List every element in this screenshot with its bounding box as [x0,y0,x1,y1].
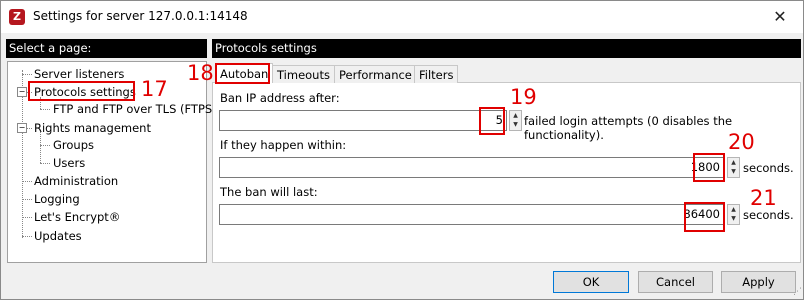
annotation-box-20 [693,153,725,182]
close-button[interactable]: ✕ [767,5,793,29]
tree-item-server-listeners[interactable]: Server listeners [34,66,124,82]
tree-item-ftp-ftps[interactable]: FTP and FTP over TLS (FTPS) [53,101,217,117]
tree-item-logging[interactable]: Logging [34,191,80,207]
within-suffix: seconds. [743,161,794,175]
cancel-button[interactable]: Cancel [638,271,713,293]
settings-window: Z Settings for server 127.0.0.1:14148 ✕ … [0,0,804,300]
tree-line [40,109,50,110]
annotation-label-19: 19 [510,85,537,109]
tree-line [40,132,41,163]
ban-after-label: Ban IP address after: [220,91,340,105]
collapse-toggle-icon[interactable]: − [17,123,27,133]
tab-performance[interactable]: Performance [334,65,417,83]
tree-line [22,217,32,218]
ban-duration-input[interactable]: 86400 [219,204,724,225]
annotation-label-17: 17 [141,77,168,101]
annotation-box-21 [684,202,725,232]
tree-line [22,181,32,182]
within-label: If they happen within: [220,138,347,152]
tree-item-updates[interactable]: Updates [34,228,82,244]
tree-line [40,163,50,164]
spin-up-icon[interactable]: ▲ [728,158,739,167]
tree-item-administration[interactable]: Administration [34,173,118,189]
tree-item-rights-management[interactable]: Rights management [34,120,151,136]
ban-after-spinner[interactable]: ▲ ▼ [509,110,522,131]
window-title: Settings for server 127.0.0.1:14148 [33,9,248,23]
resize-grip-icon[interactable]: ⋰ [793,287,802,297]
left-panel-header: Select a page: [6,39,207,58]
spin-down-icon[interactable]: ▼ [728,214,739,223]
within-input[interactable]: 1800 [219,157,724,178]
tree-item-lets-encrypt[interactable]: Let's Encrypt® [34,209,120,225]
apply-button[interactable]: Apply [721,271,796,293]
tree-item-users[interactable]: Users [53,155,85,171]
tab-filters[interactable]: Filters [414,65,459,83]
tree-item-groups[interactable]: Groups [53,137,94,153]
tree-line [27,128,32,129]
ok-button[interactable]: OK [553,271,629,293]
spin-down-icon[interactable]: ▼ [510,120,521,129]
tree-line [22,199,32,200]
annotation-box-19 [479,107,505,135]
title-bar: Z Settings for server 127.0.0.1:14148 ✕ [1,1,803,33]
ban-after-input[interactable]: 5 [219,110,507,131]
tab-timeouts[interactable]: Timeouts [272,65,335,83]
right-panel-header: Protocols settings [212,39,801,58]
ban-duration-label: The ban will last: [220,185,318,199]
annotation-label-20: 20 [728,130,755,154]
annotation-box-18 [215,63,270,84]
spin-down-icon[interactable]: ▼ [728,167,739,176]
annotation-box-17 [28,81,135,101]
tree-line [40,145,50,146]
ban-duration-suffix: seconds. [743,208,794,222]
tree-line [22,236,32,237]
annotation-label-18: 18 [187,61,214,85]
within-spinner[interactable]: ▲ ▼ [727,157,740,178]
ban-duration-spinner[interactable]: ▲ ▼ [727,204,740,225]
spin-up-icon[interactable]: ▲ [510,111,521,120]
collapse-toggle-icon[interactable]: − [17,87,27,97]
ban-after-suffix: failed login attempts (0 disables the fu… [524,114,733,142]
filezilla-icon: Z [9,9,25,25]
annotation-label-21: 21 [750,186,777,210]
tree-line [22,74,32,75]
spin-up-icon[interactable]: ▲ [728,205,739,214]
